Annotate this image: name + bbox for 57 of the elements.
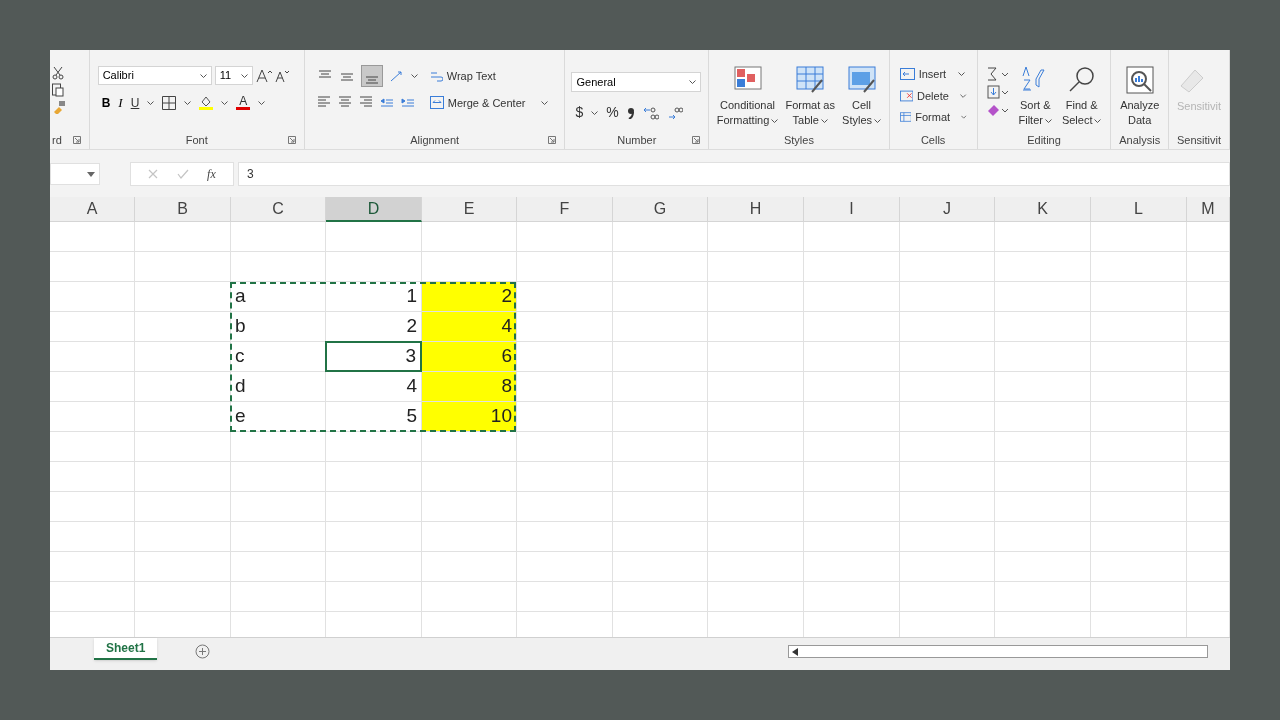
group-label: Analysis [1119,132,1161,148]
currency-button[interactable]: $ [575,102,584,123]
ribbon-button[interactable]: Find & Select [1061,66,1102,131]
column-header[interactable]: A [50,197,135,222]
ribbon-button[interactable]: Analyze Data [1120,66,1160,131]
number-format-field[interactable]: General [571,72,702,92]
ribbon-button[interactable]: Insert [899,66,967,83]
group-label: Sensitivit [1176,132,1221,148]
group-label: Alignment [410,132,460,148]
column-header[interactable]: B [135,197,231,222]
sheet-tab[interactable]: Sheet1 [94,638,158,660]
font-name-field[interactable]: Calibri [97,66,212,85]
ribbon-button[interactable]: Format [899,109,967,126]
table-cell: 3 [325,341,422,372]
table-cell: d [231,372,326,402]
wrap-text-button[interactable]: Wrap Text [429,68,549,85]
group-label: Editing [1027,132,1061,148]
bold-button[interactable]: B [101,93,111,112]
column-header[interactable]: L [1091,197,1187,222]
column-header[interactable]: E [422,197,517,222]
ribbon-button[interactable]: Format as Table [785,66,835,131]
table-cell: 4 [422,312,517,342]
underline-button[interactable]: U [130,93,140,112]
insert-function-button[interactable]: fx [207,165,216,183]
group-label: Font [185,132,208,148]
column-header[interactable]: G [613,197,708,222]
table-cell: 2 [422,282,517,312]
table-cell: e [231,402,326,432]
formula-input[interactable]: 3 [238,162,1230,186]
table-cell: 6 [422,342,517,372]
column-header[interactable]: D [326,197,422,222]
group-label: rd [52,132,62,148]
merge-center-button[interactable]: Merge & Center [429,94,549,111]
table-cell: b [231,312,326,342]
column-header[interactable]: I [804,197,900,222]
formula-value: 3 [247,166,254,183]
column-header[interactable]: J [900,197,995,222]
table-cell: 10 [422,402,517,432]
ribbon-button[interactable]: Sort & Filter [1018,66,1052,131]
column-header[interactable]: M [1187,197,1230,222]
table-cell: a [231,282,326,312]
italic-button[interactable]: I [118,93,123,113]
ribbon-button[interactable]: Delete [899,87,967,104]
ribbon-button[interactable]: Conditional Formatting [716,66,779,131]
percent-button[interactable]: % [606,102,619,123]
column-header[interactable]: F [517,197,613,222]
column-header[interactable]: K [995,197,1091,222]
column-header[interactable]: C [231,197,326,222]
group-label: Styles [783,132,814,148]
font-size-field[interactable]: 11 [214,66,253,85]
table-cell: c [231,342,326,372]
group-label: Number [617,132,657,148]
column-header[interactable]: H [708,197,804,222]
ribbon-button[interactable]: Cell Styles [842,66,882,131]
table-cell: 8 [422,372,517,402]
group-label: Cells [920,132,946,148]
font-color-button[interactable]: A [236,95,251,111]
